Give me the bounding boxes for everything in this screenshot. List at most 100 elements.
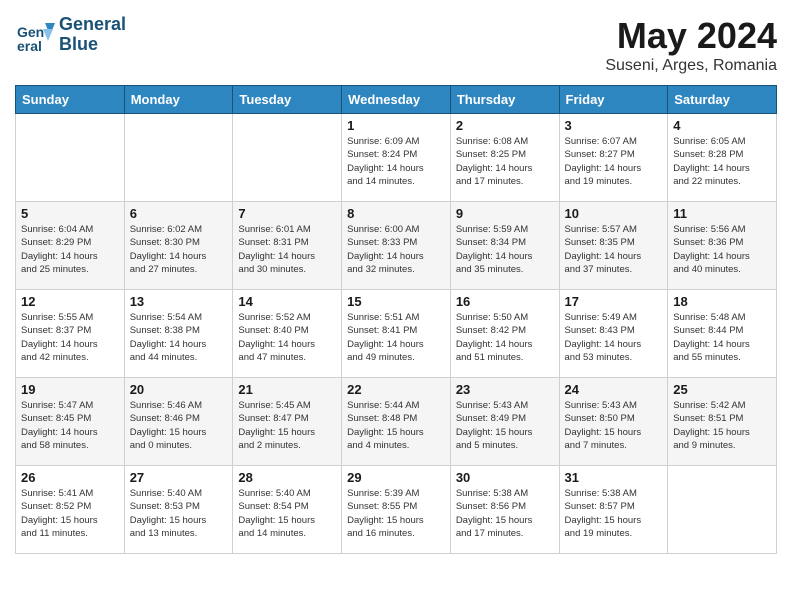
calendar-body: 1 Sunrise: 6:09 AM Sunset: 8:24 PM Daylig… bbox=[16, 114, 777, 554]
header-row: SundayMondayTuesdayWednesdayThursdayFrid… bbox=[16, 86, 777, 114]
day-info: Sunrise: 5:46 AM Sunset: 8:46 PM Dayligh… bbox=[130, 399, 228, 452]
day-info: Sunrise: 5:54 AM Sunset: 8:38 PM Dayligh… bbox=[130, 311, 228, 364]
day-info: Sunrise: 5:56 AM Sunset: 8:36 PM Dayligh… bbox=[673, 223, 771, 276]
calendar-week-row: 1 Sunrise: 6:09 AM Sunset: 8:24 PM Daylig… bbox=[16, 114, 777, 202]
calendar-cell: 14 Sunrise: 5:52 AM Sunset: 8:40 PM Dayli… bbox=[233, 290, 342, 378]
day-info: Sunrise: 6:02 AM Sunset: 8:30 PM Dayligh… bbox=[130, 223, 228, 276]
day-number: 3 bbox=[565, 118, 663, 133]
calendar-cell: 4Sunrise: 6:05 AM Sunset: 8:28 PM Daylig… bbox=[668, 114, 777, 202]
day-number: 2 bbox=[456, 118, 554, 133]
day-info: Sunrise: 6:01 AM Sunset: 8:31 PM Dayligh… bbox=[238, 223, 336, 276]
day-number: 9 bbox=[456, 206, 554, 221]
day-number: 22 bbox=[347, 382, 445, 397]
calendar-cell bbox=[16, 114, 125, 202]
calendar-week-row: 5 Sunrise: 6:04 AM Sunset: 8:29 PM Daylig… bbox=[16, 202, 777, 290]
day-info: Sunrise: 5:50 AM Sunset: 8:42 PM Dayligh… bbox=[456, 311, 554, 364]
weekday-header: Friday bbox=[559, 86, 668, 114]
calendar-cell bbox=[668, 466, 777, 554]
day-number: 24 bbox=[565, 382, 663, 397]
calendar-week-row: 12Sunrise: 5:55 AM Sunset: 8:37 PM Dayli… bbox=[16, 290, 777, 378]
page-header: Gen eral General Blue May 2024 Suseni, A… bbox=[15, 15, 777, 75]
calendar-cell: 15 Sunrise: 5:51 AM Sunset: 8:41 PM Dayli… bbox=[342, 290, 451, 378]
calendar-cell: 1 Sunrise: 6:09 AM Sunset: 8:24 PM Daylig… bbox=[342, 114, 451, 202]
weekday-header: Wednesday bbox=[342, 86, 451, 114]
day-info: Sunrise: 5:40 AM Sunset: 8:53 PM Dayligh… bbox=[130, 487, 228, 540]
calendar-cell: 21Sunrise: 5:45 AM Sunset: 8:47 PM Dayli… bbox=[233, 378, 342, 466]
calendar-cell: 11 Sunrise: 5:56 AM Sunset: 8:36 PM Dayli… bbox=[668, 202, 777, 290]
day-number: 6 bbox=[130, 206, 228, 221]
day-number: 27 bbox=[130, 470, 228, 485]
month-year: May 2024 bbox=[605, 15, 777, 57]
day-number: 1 bbox=[347, 118, 445, 133]
calendar-cell: 7Sunrise: 6:01 AM Sunset: 8:31 PM Daylig… bbox=[233, 202, 342, 290]
calendar-cell: 28 Sunrise: 5:40 AM Sunset: 8:54 PM Dayli… bbox=[233, 466, 342, 554]
calendar-cell: 20 Sunrise: 5:46 AM Sunset: 8:46 PM Dayli… bbox=[124, 378, 233, 466]
calendar-cell bbox=[124, 114, 233, 202]
day-number: 15 bbox=[347, 294, 445, 309]
calendar-cell: 17 Sunrise: 5:49 AM Sunset: 8:43 PM Dayli… bbox=[559, 290, 668, 378]
weekday-header: Sunday bbox=[16, 86, 125, 114]
calendar-cell: 16 Sunrise: 5:50 AM Sunset: 8:42 PM Dayli… bbox=[450, 290, 559, 378]
calendar-cell: 6 Sunrise: 6:02 AM Sunset: 8:30 PM Daylig… bbox=[124, 202, 233, 290]
day-info: Sunrise: 5:39 AM Sunset: 8:55 PM Dayligh… bbox=[347, 487, 445, 540]
calendar-cell: 23Sunrise: 5:43 AM Sunset: 8:49 PM Dayli… bbox=[450, 378, 559, 466]
calendar-cell: 19 Sunrise: 5:47 AM Sunset: 8:45 PM Dayli… bbox=[16, 378, 125, 466]
day-info: Sunrise: 5:43 AM Sunset: 8:50 PM Dayligh… bbox=[565, 399, 663, 452]
calendar-cell: 26Sunrise: 5:41 AM Sunset: 8:52 PM Dayli… bbox=[16, 466, 125, 554]
weekday-header: Tuesday bbox=[233, 86, 342, 114]
day-number: 12 bbox=[21, 294, 119, 309]
day-number: 19 bbox=[21, 382, 119, 397]
day-number: 25 bbox=[673, 382, 771, 397]
day-info: Sunrise: 5:57 AM Sunset: 8:35 PM Dayligh… bbox=[565, 223, 663, 276]
day-number: 17 bbox=[565, 294, 663, 309]
day-number: 8 bbox=[347, 206, 445, 221]
day-number: 20 bbox=[130, 382, 228, 397]
calendar-cell: 29Sunrise: 5:39 AM Sunset: 8:55 PM Dayli… bbox=[342, 466, 451, 554]
calendar-cell: 25 Sunrise: 5:42 AM Sunset: 8:51 PM Dayli… bbox=[668, 378, 777, 466]
day-number: 28 bbox=[238, 470, 336, 485]
day-number: 11 bbox=[673, 206, 771, 221]
day-info: Sunrise: 5:49 AM Sunset: 8:43 PM Dayligh… bbox=[565, 311, 663, 364]
day-info: Sunrise: 5:52 AM Sunset: 8:40 PM Dayligh… bbox=[238, 311, 336, 364]
svg-text:eral: eral bbox=[17, 38, 42, 54]
logo-text: General Blue bbox=[59, 15, 126, 55]
day-number: 30 bbox=[456, 470, 554, 485]
calendar-cell: 31Sunrise: 5:38 AM Sunset: 8:57 PM Dayli… bbox=[559, 466, 668, 554]
day-number: 13 bbox=[130, 294, 228, 309]
calendar-cell: 13 Sunrise: 5:54 AM Sunset: 8:38 PM Dayli… bbox=[124, 290, 233, 378]
location: Suseni, Arges, Romania bbox=[605, 57, 777, 75]
day-info: Sunrise: 5:59 AM Sunset: 8:34 PM Dayligh… bbox=[456, 223, 554, 276]
calendar-table: SundayMondayTuesdayWednesdayThursdayFrid… bbox=[15, 85, 777, 554]
title-section: May 2024 Suseni, Arges, Romania bbox=[605, 15, 777, 75]
calendar-cell: 5 Sunrise: 6:04 AM Sunset: 8:29 PM Daylig… bbox=[16, 202, 125, 290]
day-info: Sunrise: 6:04 AM Sunset: 8:29 PM Dayligh… bbox=[21, 223, 119, 276]
day-info: Sunrise: 5:38 AM Sunset: 8:56 PM Dayligh… bbox=[456, 487, 554, 540]
day-number: 14 bbox=[238, 294, 336, 309]
calendar-cell: 8Sunrise: 6:00 AM Sunset: 8:33 PM Daylig… bbox=[342, 202, 451, 290]
day-info: Sunrise: 6:05 AM Sunset: 8:28 PM Dayligh… bbox=[673, 135, 771, 188]
day-info: Sunrise: 5:40 AM Sunset: 8:54 PM Dayligh… bbox=[238, 487, 336, 540]
calendar-cell bbox=[233, 114, 342, 202]
logo-line1: General bbox=[59, 15, 126, 35]
calendar-cell: 18Sunrise: 5:48 AM Sunset: 8:44 PM Dayli… bbox=[668, 290, 777, 378]
calendar-cell: 2 Sunrise: 6:08 AM Sunset: 8:25 PM Daylig… bbox=[450, 114, 559, 202]
weekday-header: Thursday bbox=[450, 86, 559, 114]
calendar-week-row: 19 Sunrise: 5:47 AM Sunset: 8:45 PM Dayli… bbox=[16, 378, 777, 466]
calendar-cell: 3Sunrise: 6:07 AM Sunset: 8:27 PM Daylig… bbox=[559, 114, 668, 202]
calendar-cell: 9 Sunrise: 5:59 AM Sunset: 8:34 PM Daylig… bbox=[450, 202, 559, 290]
day-info: Sunrise: 6:09 AM Sunset: 8:24 PM Dayligh… bbox=[347, 135, 445, 188]
day-info: Sunrise: 5:42 AM Sunset: 8:51 PM Dayligh… bbox=[673, 399, 771, 452]
day-info: Sunrise: 5:51 AM Sunset: 8:41 PM Dayligh… bbox=[347, 311, 445, 364]
day-info: Sunrise: 6:08 AM Sunset: 8:25 PM Dayligh… bbox=[456, 135, 554, 188]
calendar-header: SundayMondayTuesdayWednesdayThursdayFrid… bbox=[16, 86, 777, 114]
logo-icon: Gen eral bbox=[15, 15, 55, 55]
day-info: Sunrise: 5:45 AM Sunset: 8:47 PM Dayligh… bbox=[238, 399, 336, 452]
day-number: 5 bbox=[21, 206, 119, 221]
calendar-cell: 12Sunrise: 5:55 AM Sunset: 8:37 PM Dayli… bbox=[16, 290, 125, 378]
weekday-header: Monday bbox=[124, 86, 233, 114]
calendar-cell: 30 Sunrise: 5:38 AM Sunset: 8:56 PM Dayli… bbox=[450, 466, 559, 554]
day-number: 16 bbox=[456, 294, 554, 309]
day-number: 23 bbox=[456, 382, 554, 397]
day-info: Sunrise: 5:48 AM Sunset: 8:44 PM Dayligh… bbox=[673, 311, 771, 364]
day-info: Sunrise: 5:47 AM Sunset: 8:45 PM Dayligh… bbox=[21, 399, 119, 452]
